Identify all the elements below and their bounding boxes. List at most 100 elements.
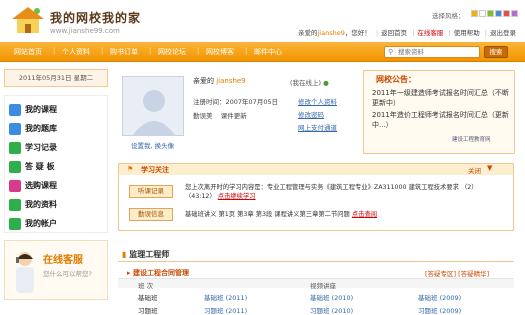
course-title-text: 建设工程合同管理 xyxy=(132,269,189,277)
buy-courses-icon xyxy=(9,180,21,192)
nav-forum[interactable]: 网校论坛 xyxy=(158,47,186,57)
online-status-text: (我在线上) xyxy=(290,79,322,87)
profile-greeting: 亲爱的 jianshe9 xyxy=(193,76,246,86)
video-link[interactable]: 习题班 (2011) xyxy=(204,305,247,315)
sidebar-item-label: 学习记录 xyxy=(25,143,57,152)
study-flag-icon: ⚑ xyxy=(127,165,134,173)
announcement-panel: 网校公告： 2011年一级建造师考试报名时间汇总（不断更新中） 2011年造价工… xyxy=(363,70,515,154)
change-avatar-link[interactable]: 设置我, 换头像 xyxy=(131,140,174,150)
video-link[interactable]: 习题班 (2010) xyxy=(310,305,353,315)
nav-home[interactable]: 网站首页 xyxy=(14,47,42,57)
table-row: 习题班 xyxy=(138,307,158,315)
site-url: www.jianshe99.com xyxy=(50,27,120,35)
nav-orders[interactable]: 购书订单 xyxy=(110,47,138,57)
edu-logo: 建设工程教育网 xyxy=(452,137,491,143)
video-link[interactable]: 基础班 (2010) xyxy=(310,292,353,302)
video-link[interactable]: 习题班 (2009) xyxy=(418,305,461,315)
announcement-item[interactable]: 2011年造价工程师考试报名时间汇总（更新中...） xyxy=(372,110,512,130)
table-header: 班 次 视频讲座 xyxy=(118,278,514,290)
style-swatch-1[interactable] xyxy=(471,10,478,17)
video-link[interactable]: 基础班 (2011) xyxy=(204,292,247,302)
last-study-content: 您上次离开时的学习内容是：专业工程管理与实务《建筑工程专业》ZA311000 建… xyxy=(185,184,459,191)
col-video: 视频讲座 xyxy=(310,282,336,290)
sidebar-item-my-account[interactable]: 我的帐户 xyxy=(9,218,57,232)
view-notes-link[interactable]: 点击查阅 xyxy=(352,211,377,218)
logout-link[interactable]: 退出登录 xyxy=(490,29,516,37)
nav-mail[interactable]: 邮件中心 xyxy=(254,47,282,57)
level-label: 勤误美 xyxy=(193,112,213,120)
continue-study-link[interactable]: 点击继续学习 xyxy=(218,193,256,200)
sidebar-item-my-materials[interactable]: 我的资料 xyxy=(9,199,57,213)
account-icon xyxy=(9,218,21,230)
nav-profile[interactable]: 个人资料 xyxy=(62,47,90,57)
video-link[interactable]: 基础班 (2009) xyxy=(418,292,461,302)
style-swatch-6[interactable] xyxy=(511,10,518,17)
exam-title: ▮ 监理工程师 xyxy=(122,249,169,260)
change-password-link[interactable]: 修改密码 xyxy=(298,109,324,119)
study-close-link[interactable]: 关闭 xyxy=(468,165,481,175)
materials-icon xyxy=(9,199,21,211)
question-bank-icon xyxy=(9,123,21,135)
help-title: 在线客服 xyxy=(43,255,83,266)
qa-board-icon xyxy=(9,161,21,173)
greeting-prefix: 亲爱的 xyxy=(298,29,318,37)
sidebar-item-study-records[interactable]: 学习记录 xyxy=(9,142,57,156)
last-study-text: 您上次离开时的学习内容是：专业工程管理与实务《建筑工程专业》ZA311000 建… xyxy=(185,183,505,201)
sidebar-item-label: 我的题库 xyxy=(25,124,57,133)
style-label: 选择风格： xyxy=(432,12,465,20)
username: jianshe9 xyxy=(317,29,345,37)
style-swatch-2[interactable] xyxy=(479,10,486,17)
profile-username: jianshe9 xyxy=(216,77,246,85)
study-focus-panel: ⚑ 学习关注 关闭 ▼ 听课记录 勤误信息 您上次离开时的学习内容是：专业工程管… xyxy=(118,163,514,231)
house-logo-icon xyxy=(12,7,44,33)
course-table: 班 次 视频讲座 基础班 基础班 (2011) 基础班 (2010) 基础班 (… xyxy=(118,278,514,315)
exam-title-text: 监理工程师 xyxy=(129,250,170,259)
style-swatch-3[interactable] xyxy=(487,10,494,17)
sidebar-item-label: 我的帐户 xyxy=(25,219,57,228)
notes-text: 基础班讲义 第1页 第3章 第3段 课程讲义第三章第二节问题 点击查阅 xyxy=(185,210,505,219)
date-display: 2011年05月31日 星期二 xyxy=(4,69,108,87)
section-divider xyxy=(118,261,514,262)
listening-record-button[interactable]: 听课记录 xyxy=(129,185,173,198)
courses-icon xyxy=(9,104,21,116)
online-help-box[interactable]: 在线客服 您什么可以帮您? xyxy=(4,240,108,300)
user-status-icon: ● xyxy=(323,79,329,87)
table-row: 基础班 xyxy=(138,294,158,302)
style-swatch-4[interactable] xyxy=(495,10,502,17)
sidebar-item-question-bank[interactable]: 我的题库 xyxy=(9,123,57,137)
support-agent-icon xyxy=(16,252,34,293)
course-title: ▸ 建设工程合同管理 xyxy=(127,268,189,278)
home-link[interactable]: 返回首页 xyxy=(381,29,407,37)
notes-content: 基础班讲义 第1页 第3章 第3段 课程讲义第三章第二节问题 xyxy=(185,211,350,218)
announcement-title: 网校公告： xyxy=(376,75,416,84)
study-records-icon xyxy=(9,142,21,154)
online-payment-link[interactable]: 网上支付通道 xyxy=(298,122,337,132)
sidebar-item-my-courses[interactable]: 我的课程 xyxy=(9,104,57,118)
style-swatch-5[interactable] xyxy=(503,10,510,17)
search-button[interactable]: 搜索 xyxy=(484,46,508,58)
study-title: 学习关注 xyxy=(141,166,169,174)
avatar-placeholder-icon xyxy=(133,90,175,135)
course-links[interactable]: [答疑专区] [答疑精华] xyxy=(425,268,489,278)
registration-date: 注册时间：2007年07月05日 xyxy=(193,98,279,106)
arrow-icon: ▸ xyxy=(127,269,131,277)
top-links: 亲爱的jianshe9，您好！ | 返回首页 | 在线客服 | 使用帮助 | 退出登录 xyxy=(298,29,516,37)
sidebar-item-label: 选购课程 xyxy=(25,181,57,190)
error-info-button[interactable]: 勤误信息 xyxy=(129,208,173,221)
sidebar-menu: 我的课程 我的题库 学习记录 答 疑 板 选购课程 我的资料 我的帐户 xyxy=(4,95,108,233)
sidebar-item-label: 我的资料 xyxy=(25,200,57,209)
book-icon: ▮ xyxy=(122,250,127,259)
avatar[interactable] xyxy=(122,76,184,136)
online-service-link[interactable]: 在线客服 xyxy=(417,29,443,37)
search-input[interactable] xyxy=(398,48,478,56)
sidebar-item-buy-courses[interactable]: 选购课程 xyxy=(9,180,57,194)
sidebar-item-label: 我的课程 xyxy=(25,105,57,114)
edit-profile-link[interactable]: 修改个人资料 xyxy=(298,96,337,106)
nav-blog[interactable]: 网校博客 xyxy=(206,47,234,57)
help-link[interactable]: 使用帮助 xyxy=(454,29,480,37)
search-box: ⚲ xyxy=(384,46,480,58)
sidebar-item-qa-board[interactable]: 答 疑 板 xyxy=(9,161,55,175)
announcement-item[interactable]: 2011年一级建造师考试报名时间汇总（不断更新中） xyxy=(372,88,512,108)
close-icon[interactable]: ▼ xyxy=(487,164,492,172)
user-level: 勤误美 课件更新 xyxy=(193,110,247,120)
